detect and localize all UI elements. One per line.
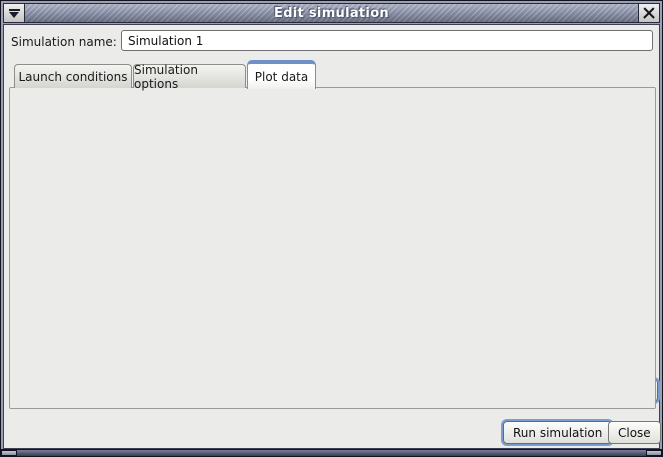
tab-simulation-options[interactable]: Simulation options xyxy=(133,64,246,88)
window-title: Edit simulation xyxy=(274,6,389,21)
tab-plot-data[interactable]: Plot data xyxy=(247,60,316,89)
tab-label: Simulation options xyxy=(134,63,245,91)
simulation-name-label: Simulation name: xyxy=(11,35,117,49)
close-icon xyxy=(643,7,655,19)
window-menu-icon xyxy=(9,9,20,18)
window-menu-button[interactable] xyxy=(3,3,25,23)
tab-label: Plot data xyxy=(255,70,308,84)
plot-data-panel xyxy=(9,87,656,409)
simulation-name-input[interactable] xyxy=(121,30,653,51)
tab-label: Launch conditions xyxy=(18,70,127,84)
tab-launch-conditions[interactable]: Launch conditions xyxy=(14,64,132,88)
titlebar-background[interactable]: Edit simulation xyxy=(25,3,638,23)
run-simulation-button[interactable]: Run simulation xyxy=(503,421,612,444)
close-button[interactable]: Close xyxy=(608,421,661,444)
window-resize-bar[interactable] xyxy=(1,449,662,456)
titlebar: Edit simulation xyxy=(3,3,660,23)
window-close-button[interactable] xyxy=(638,3,660,23)
edit-simulation-dialog: Edit simulation Simulation name: Launch … xyxy=(0,0,663,457)
